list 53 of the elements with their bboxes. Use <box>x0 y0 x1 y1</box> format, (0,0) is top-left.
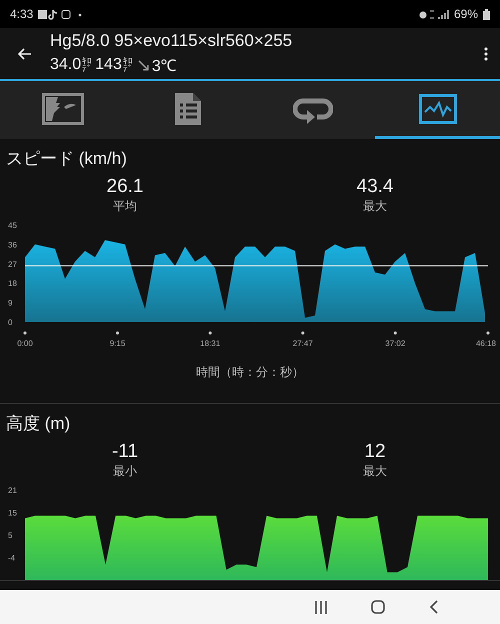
x-tick-dot <box>208 332 212 334</box>
back-button[interactable] <box>18 48 32 60</box>
x-axis-title: 時間（時：分：秒） <box>195 364 305 381</box>
x-tick-dot <box>116 332 119 334</box>
back-icon[interactable] <box>429 600 438 614</box>
notification-icons <box>38 8 84 20</box>
section-title: 高度 (m) <box>5 413 72 435</box>
activity-title: Hg5/8.0 95×evo115×slr560×255 <box>50 31 294 51</box>
stat-label: 最小 <box>113 463 137 480</box>
x-tick-label: 37:02 <box>385 339 406 348</box>
x-tick-label: 27:47 <box>292 339 313 348</box>
stat-label: 最大 <box>363 463 387 480</box>
unit-label: ｷﾛﾃﾞ <box>82 57 94 73</box>
activity-chart-icon <box>418 94 456 124</box>
x-tick-dot <box>301 332 304 334</box>
home-icon[interactable] <box>371 600 385 614</box>
x-tick-label: 0:00 <box>17 339 33 348</box>
system-status-icons <box>418 8 449 20</box>
stat-label: 最大 <box>363 198 387 215</box>
wind-arrow: ↘ <box>136 54 151 76</box>
y-tick-label: -4 <box>8 554 16 562</box>
stat-value: 12 <box>364 441 386 463</box>
y-tick-label: 0 <box>8 318 12 327</box>
x-tick-dot <box>24 332 26 334</box>
y-tick-label: 21 <box>8 486 17 495</box>
stat-value: 26.1 <box>106 176 144 198</box>
y-tick-label: 36 <box>8 240 17 250</box>
y-tick-label: 5 <box>8 531 12 540</box>
x-tick-dot <box>486 332 490 334</box>
stat-value: -11 <box>112 441 138 463</box>
temperature: 3℃ <box>152 57 177 76</box>
document-icon <box>172 90 202 126</box>
y-tick-label: 27 <box>8 260 17 269</box>
recent-apps-icon[interactable] <box>315 600 327 614</box>
x-tick-label: 18:31 <box>200 339 220 348</box>
x-tick-label: 46:18 <box>476 339 496 348</box>
unit-label: ｷﾛﾃﾞ <box>122 57 134 73</box>
section-title: スピード (km/h) <box>5 148 128 170</box>
y-tick-label: 15 <box>8 508 17 518</box>
y-tick-label: 9 <box>8 298 12 308</box>
battery-icon <box>483 8 490 20</box>
subtitle-value: 34.0 <box>50 56 82 74</box>
subtitle-value: 143 <box>95 56 122 74</box>
map-icon <box>42 92 84 124</box>
y-tick-label: 18 <box>8 279 17 288</box>
y-tick-label: 45 <box>8 221 17 230</box>
status-time: 4:33 <box>10 7 34 21</box>
x-tick-dot <box>394 332 397 334</box>
stat-label: 平均 <box>113 198 137 215</box>
stat-value: 43.4 <box>356 176 394 198</box>
x-tick-label: 9:15 <box>110 339 126 348</box>
more-menu-button[interactable] <box>484 46 488 60</box>
battery-percentage: 69% <box>454 7 478 21</box>
